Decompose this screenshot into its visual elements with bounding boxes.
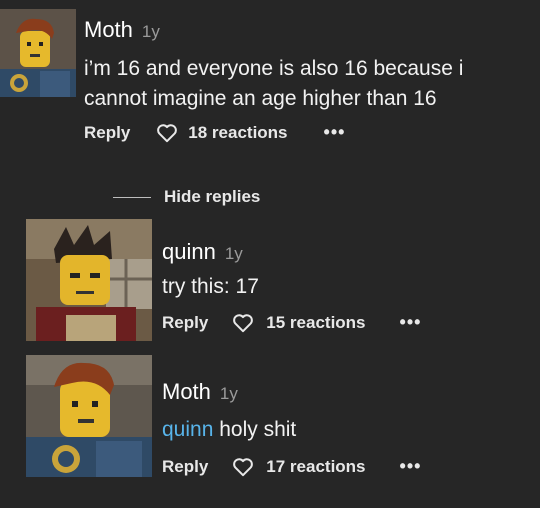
comment-text-body: holy shit bbox=[213, 418, 297, 441]
heart-icon bbox=[232, 457, 254, 477]
comment-actions: Reply 15 reactions ••• bbox=[162, 312, 421, 333]
comment-age: 1y bbox=[224, 244, 243, 263]
author-line: Moth 1y bbox=[162, 379, 238, 405]
reactions-count: 18 reactions bbox=[188, 122, 288, 142]
comment-actions: Reply 17 reactions ••• bbox=[162, 456, 421, 477]
avatar-image bbox=[0, 9, 76, 97]
avatar-image bbox=[26, 355, 152, 477]
avatar[interactable] bbox=[0, 9, 76, 97]
avatar[interactable] bbox=[26, 219, 152, 341]
reply-button[interactable]: Reply bbox=[84, 123, 130, 143]
reply-button[interactable]: Reply bbox=[162, 313, 208, 333]
reactions-button[interactable]: 17 reactions bbox=[232, 456, 366, 477]
more-options-icon[interactable]: ••• bbox=[400, 456, 422, 477]
divider bbox=[113, 196, 151, 198]
comment-age: 1y bbox=[141, 22, 160, 41]
comment-text: quinn holy shit bbox=[162, 415, 296, 445]
author-name[interactable]: quinn bbox=[162, 239, 216, 264]
comment-text: try this: 17 bbox=[162, 275, 259, 298]
reply-button[interactable]: Reply bbox=[162, 457, 208, 477]
author-line: Moth 1y bbox=[84, 17, 160, 43]
more-options-icon[interactable]: ••• bbox=[400, 312, 422, 333]
heart-icon bbox=[156, 123, 178, 143]
avatar-image bbox=[26, 219, 152, 341]
reactions-count: 17 reactions bbox=[266, 456, 366, 476]
author-line: quinn 1y bbox=[162, 239, 243, 265]
comment-actions: Reply 18 reactions ••• bbox=[84, 122, 345, 143]
comment-text: i’m 16 and everyone is also 16 because i… bbox=[84, 54, 463, 114]
reactions-count: 15 reactions bbox=[266, 312, 366, 332]
author-name[interactable]: Moth bbox=[162, 379, 211, 404]
more-options-icon[interactable]: ••• bbox=[324, 122, 346, 143]
mention-link[interactable]: quinn bbox=[162, 418, 213, 441]
hide-replies-button[interactable]: Hide replies bbox=[113, 187, 260, 207]
comment-age: 1y bbox=[219, 384, 238, 403]
comment-text-line: i’m 16 and everyone is also 16 because i bbox=[84, 57, 464, 80]
heart-icon bbox=[232, 313, 254, 333]
avatar[interactable] bbox=[26, 355, 152, 477]
author-name[interactable]: Moth bbox=[84, 17, 133, 42]
reactions-button[interactable]: 18 reactions bbox=[156, 122, 288, 143]
comment-text-line: cannot imagine an age higher than 16 bbox=[84, 87, 437, 110]
hide-replies-label: Hide replies bbox=[164, 187, 261, 206]
reactions-button[interactable]: 15 reactions bbox=[232, 312, 366, 333]
